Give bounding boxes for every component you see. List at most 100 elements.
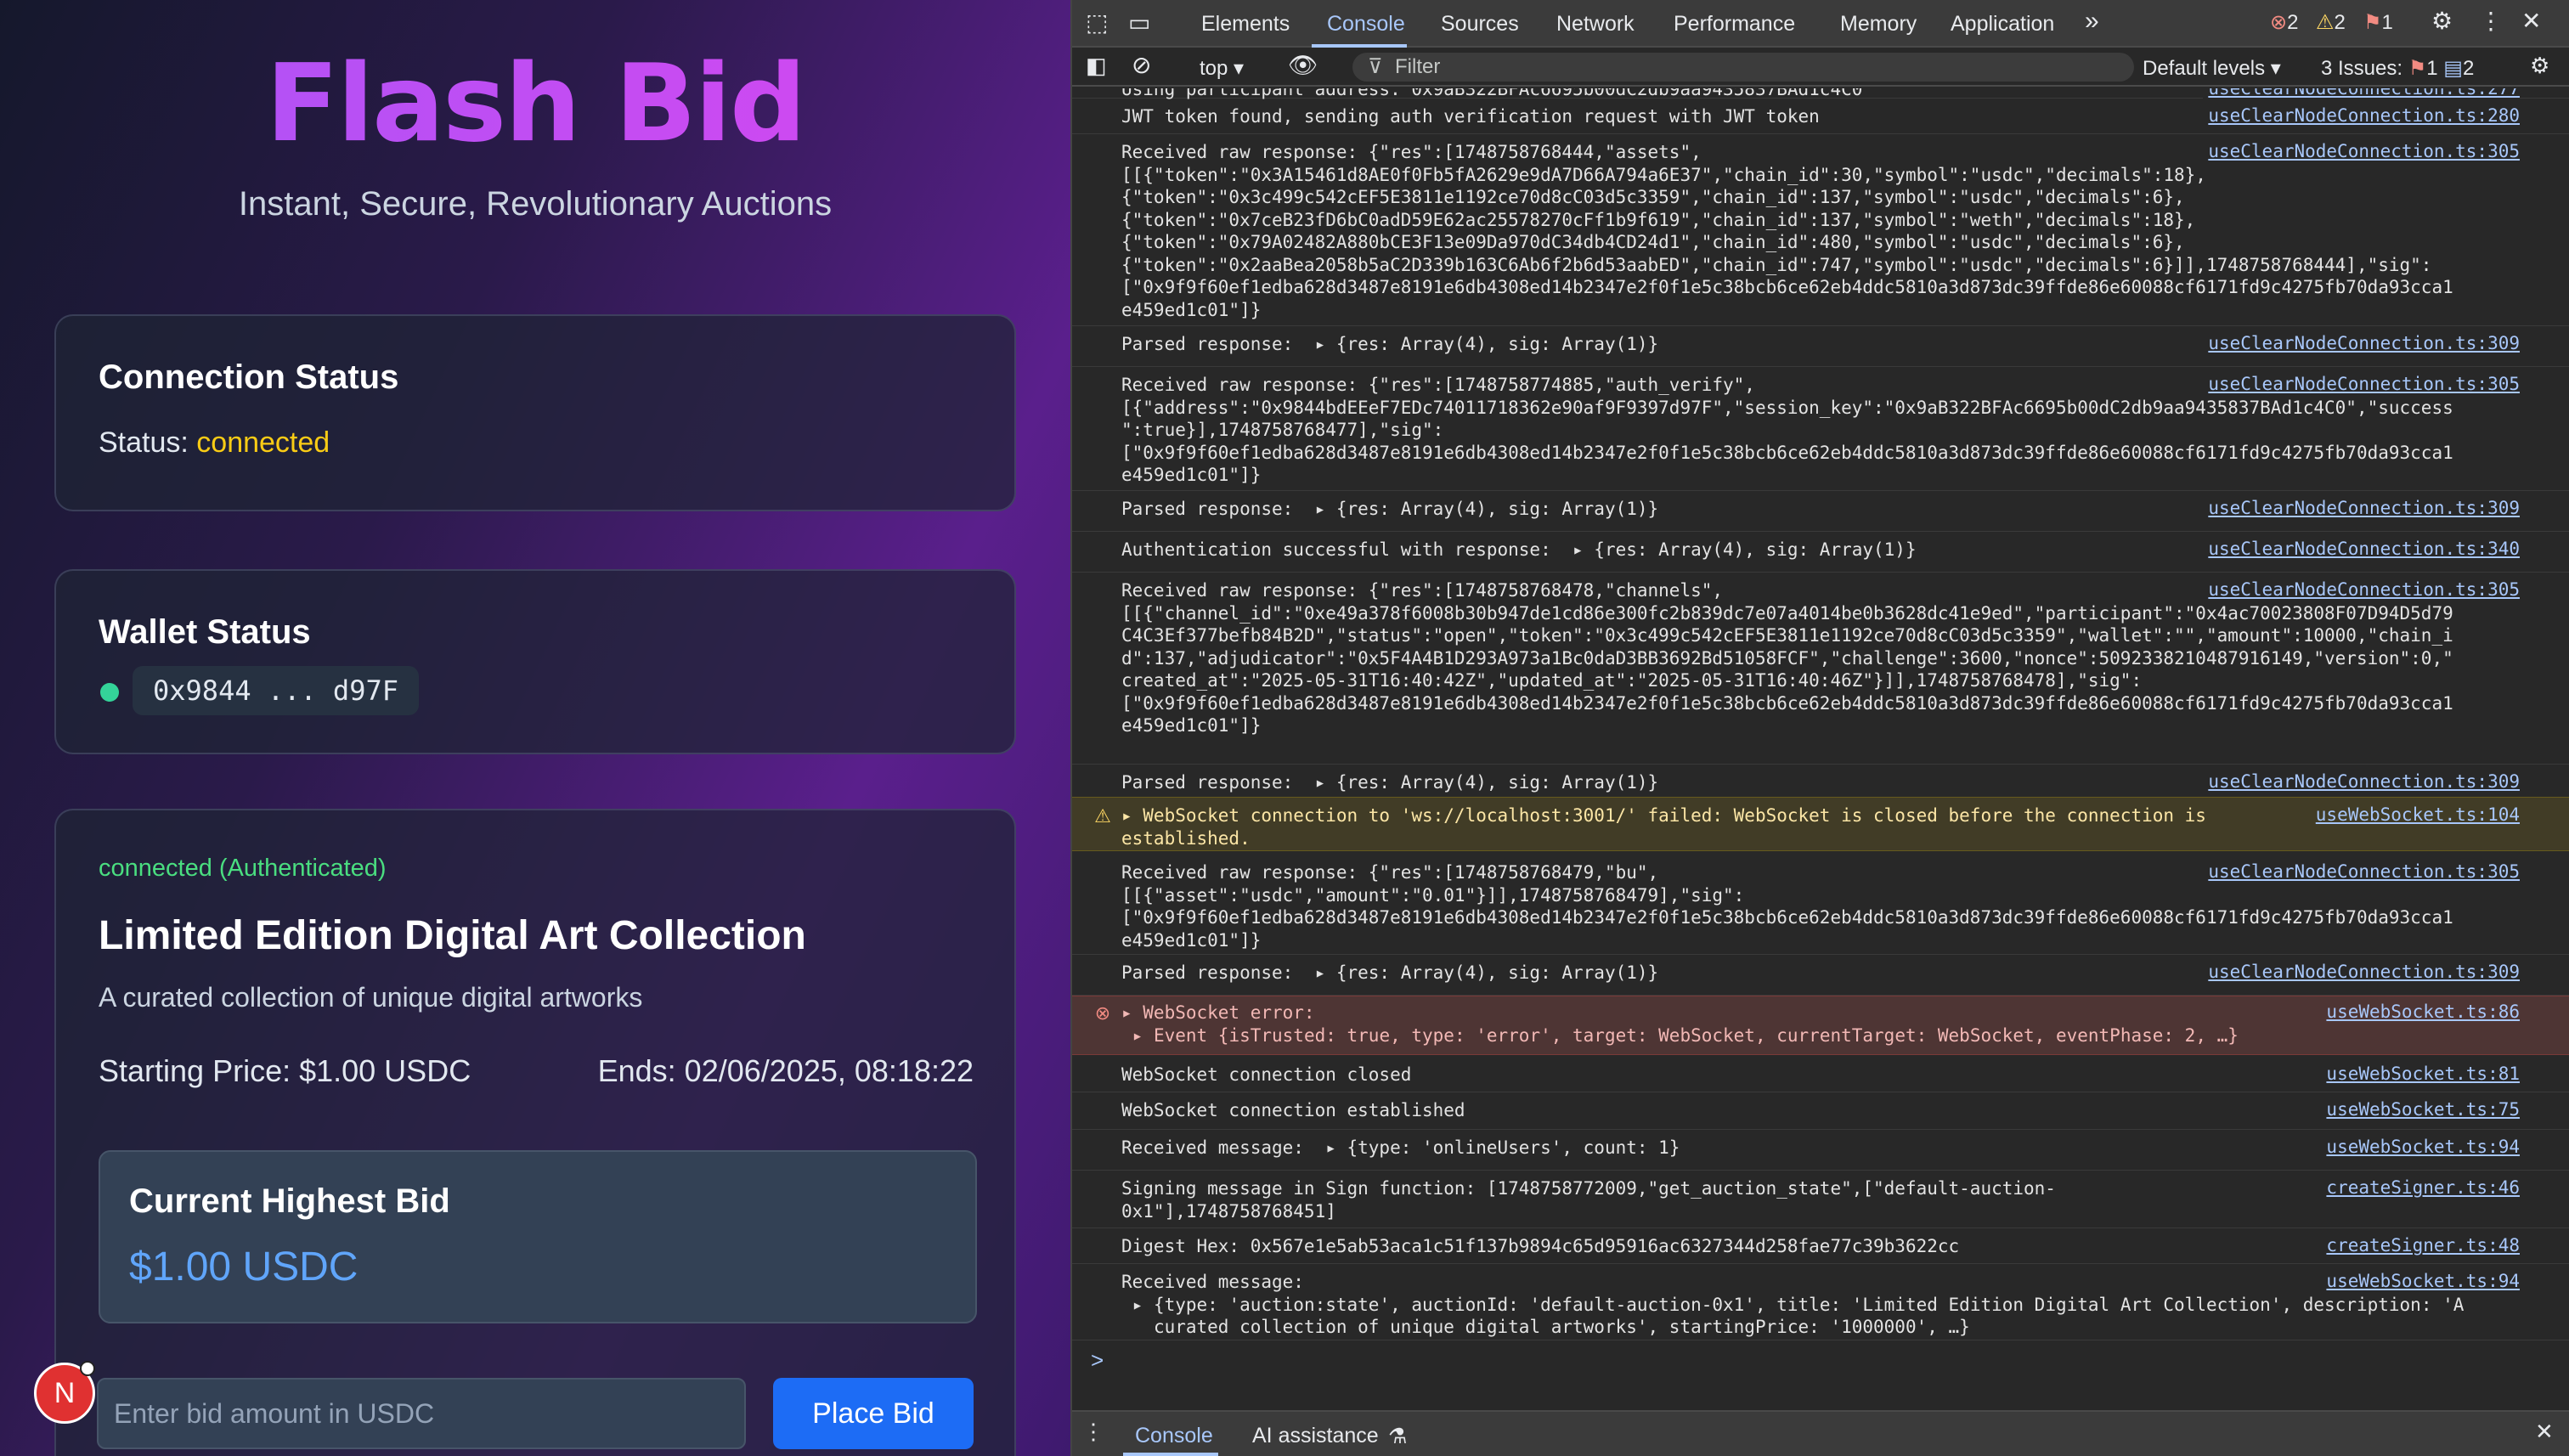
error-icon: ⊗: [2270, 11, 2288, 34]
device-toolbar-icon[interactable]: ▭: [1128, 8, 1150, 37]
close-drawer-icon[interactable]: ✕: [2535, 1419, 2554, 1445]
log-source-link[interactable]: useWebSocket.ts:104: [2310, 804, 2520, 825]
auction-end-time: Ends: 02/06/2025, 08:18:22: [597, 1053, 974, 1088]
log-message: WebSocket connection established: [1121, 1100, 1465, 1120]
flash-bid-app: Flash Bid Instant, Secure, Revolutionary…: [0, 0, 1070, 1456]
log-row: Received raw response: {"res":[174875876…: [1072, 851, 2569, 955]
log-row: Received raw response: {"res":[174875876…: [1072, 573, 2569, 765]
tab-network[interactable]: Network: [1556, 12, 1635, 37]
devtools-panel: ⬚ ▭ Elements Console Sources Network Per…: [1070, 0, 2569, 1456]
tab-memory[interactable]: Memory: [1840, 12, 1917, 37]
issues-count-badge[interactable]: ⚑1: [2363, 10, 2393, 35]
connection-status-line: Status: connected: [99, 426, 330, 460]
log-source-link[interactable]: useClearNodeConnection.ts:340: [2203, 539, 2520, 559]
active-tab-indicator: [1312, 44, 1407, 48]
avatar-status-dot: [80, 1361, 95, 1376]
log-source-link[interactable]: useClearNodeConnection.ts:309: [2203, 498, 2520, 518]
log-row: Parsed response: ▸ {res: Array(4), sig: …: [1072, 955, 2569, 996]
current-bid-value: $1.00 USDC: [129, 1244, 359, 1290]
log-row: Received message: ▸ {type: 'onlineUsers'…: [1072, 1130, 2569, 1171]
close-devtools-icon[interactable]: ✕: [2521, 7, 2541, 35]
issues-link[interactable]: 3 Issues: ⚑1 ▤2: [2321, 56, 2474, 81]
log-source-link[interactable]: useClearNodeConnection.ts:305: [2203, 579, 2520, 600]
filter-icon: ⊽: [1368, 55, 1383, 78]
log-source-link[interactable]: useClearNodeConnection.ts:309: [2203, 771, 2520, 792]
current-bid-label: Current Highest Bid: [129, 1182, 450, 1220]
context-selector[interactable]: top ▾: [1200, 56, 1244, 81]
tab-application[interactable]: Application: [1951, 12, 2054, 37]
clear-console-icon[interactable]: ⊘: [1132, 51, 1151, 79]
devtools-tab-bar: ⬚ ▭ Elements Console Sources Network Per…: [1072, 0, 2569, 48]
error-row: ⊗ ▸ WebSocket error: ▸ Event {isTrusted:…: [1072, 996, 2569, 1055]
drawer-tab-ai-assistance[interactable]: AI assistance: [1252, 1424, 1379, 1448]
log-row: WebSocket connection closed useWebSocket…: [1072, 1055, 2569, 1092]
log-source-link[interactable]: useClearNodeConnection.ts:309: [2203, 333, 2520, 353]
console-filter-input[interactable]: ⊽ Filter: [1352, 53, 2134, 82]
tab-performance[interactable]: Performance: [1674, 12, 1795, 37]
connection-status-value: connected: [196, 426, 330, 459]
log-source-link[interactable]: useClearNodeConnection.ts:277: [2203, 88, 2520, 99]
log-source-link[interactable]: useWebSocket.ts:86: [2321, 1002, 2520, 1022]
issue-flag-icon: ⚑: [2363, 11, 2382, 34]
log-source-link[interactable]: useWebSocket.ts:94: [2321, 1271, 2520, 1291]
error-message: ▸ WebSocket error: ▸ Event {isTrusted: t…: [1121, 1002, 2239, 1046]
console-settings-icon[interactable]: ⚙: [2530, 53, 2549, 79]
more-tabs-icon[interactable]: »: [2085, 7, 2099, 36]
error-count-badge[interactable]: ⊗2: [2270, 10, 2298, 35]
log-row: Digest Hex: 0x567e1e5ab53aca1c51f137b989…: [1072, 1228, 2569, 1264]
log-message: Received message: ▸ {type: 'auction:stat…: [1121, 1272, 2465, 1337]
log-source-link[interactable]: createSigner.ts:48: [2321, 1235, 2520, 1256]
log-message: Received raw response: {"res":[174875876…: [1121, 142, 2453, 320]
filter-placeholder: Filter: [1395, 55, 1441, 78]
console-output[interactable]: Using participant address: 0x9aB322BFAc6…: [1072, 88, 2569, 1410]
tab-elements[interactable]: Elements: [1201, 12, 1290, 37]
log-source-link[interactable]: useWebSocket.ts:94: [2321, 1137, 2520, 1157]
log-source-link[interactable]: useWebSocket.ts:81: [2321, 1064, 2520, 1084]
log-message: WebSocket connection closed: [1121, 1064, 1412, 1085]
wallet-address[interactable]: 0x9844 ... d97F: [133, 666, 419, 715]
drawer-tab-console[interactable]: Console: [1135, 1424, 1213, 1448]
warning-count-badge[interactable]: ⚠2: [2316, 10, 2346, 35]
issue-info-icon: ▤: [2443, 57, 2463, 80]
auction-description: A curated collection of unique digital a…: [99, 982, 643, 1013]
tab-console[interactable]: Console: [1327, 12, 1405, 37]
warning-icon: ⚠: [2316, 11, 2335, 34]
log-source-link[interactable]: createSigner.ts:46: [2321, 1177, 2520, 1198]
log-message: Signing message in Sign function: [17487…: [1121, 1178, 2056, 1222]
log-row: WebSocket connection established useWebS…: [1072, 1092, 2569, 1130]
log-message: Received raw response: {"res":[174875876…: [1121, 580, 2453, 736]
warning-icon: ⚠: [1094, 805, 1111, 827]
log-source-link[interactable]: useWebSocket.ts:75: [2321, 1099, 2520, 1120]
settings-gear-icon[interactable]: ⚙: [2431, 7, 2453, 35]
live-expression-eye-icon[interactable]: 👁: [1288, 51, 1318, 79]
log-row: Received raw response: {"res":[174875876…: [1072, 134, 2569, 326]
log-row: Signing message in Sign function: [17487…: [1072, 1171, 2569, 1228]
log-source-link[interactable]: useClearNodeConnection.ts:280: [2203, 105, 2520, 126]
log-row: Parsed response: ▸ {res: Array(4), sig: …: [1072, 491, 2569, 532]
tab-sources[interactable]: Sources: [1441, 12, 1519, 37]
log-message: Digest Hex: 0x567e1e5ab53aca1c51f137b989…: [1121, 1236, 1960, 1256]
auction-title: Limited Edition Digital Art Collection: [99, 913, 806, 958]
wallet-connected-dot: [100, 683, 119, 702]
more-options-icon[interactable]: ⋮: [2479, 7, 2503, 35]
log-source-link[interactable]: useClearNodeConnection.ts:305: [2203, 374, 2520, 394]
log-levels-dropdown[interactable]: Default levels ▾: [2143, 56, 2281, 81]
log-row: Parsed response: ▸ {res: Array(4), sig: …: [1072, 326, 2569, 367]
bid-amount-input[interactable]: [97, 1378, 746, 1449]
console-prompt[interactable]: >: [1091, 1347, 1104, 1374]
place-bid-button[interactable]: Place Bid: [773, 1378, 974, 1449]
connection-status-heading: Connection Status: [99, 358, 399, 396]
error-icon: ⊗: [1094, 1002, 1111, 1024]
log-source-link[interactable]: useClearNodeConnection.ts:305: [2203, 861, 2520, 882]
log-source-link[interactable]: useClearNodeConnection.ts:305: [2203, 141, 2520, 161]
drawer-menu-icon[interactable]: ⋮: [1082, 1419, 1104, 1445]
issue-error-icon: ⚑: [2408, 57, 2427, 80]
inspect-element-icon[interactable]: ⬚: [1086, 8, 1108, 37]
console-toolbar: ◧ ⊘ top ▾ 👁 ⊽ Filter Default levels ▾ 3 …: [1072, 49, 2569, 87]
drawer-active-indicator: [1123, 1453, 1218, 1456]
flask-icon: ⚗: [1388, 1425, 1408, 1448]
warning-row: ⚠ ▸ WebSocket connection to 'ws://localh…: [1072, 797, 2569, 851]
app-subtitle: Instant, Secure, Revolutionary Auctions: [238, 185, 833, 223]
sidebar-toggle-icon[interactable]: ◧: [1086, 53, 1107, 79]
log-source-link[interactable]: useClearNodeConnection.ts:309: [2203, 962, 2520, 982]
